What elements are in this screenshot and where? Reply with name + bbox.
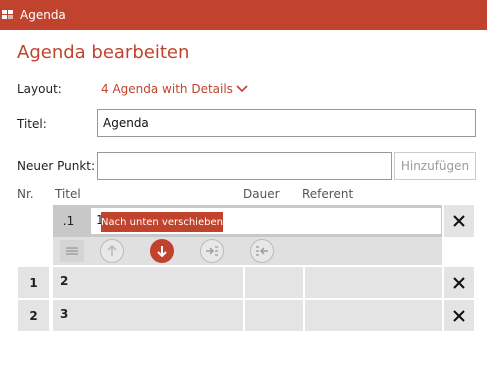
page-title: Agenda bearbeiten (17, 42, 190, 63)
table-row[interactable]: 3 (53, 300, 243, 331)
table-row[interactable]: 2 (53, 267, 243, 298)
layout-dropdown[interactable]: 4 Agenda with Details (101, 81, 233, 97)
drag-handle-icon (66, 247, 78, 255)
add-button[interactable]: Hinzufügen (394, 152, 476, 180)
new-item-input[interactable] (97, 152, 392, 180)
outdent-icon (256, 246, 268, 256)
app-icon (2, 10, 13, 19)
move-down-button[interactable] (150, 239, 174, 263)
title-input[interactable]: Agenda (97, 109, 476, 137)
title-label: Titel: (17, 117, 47, 131)
drag-handle[interactable] (60, 240, 84, 262)
column-header-speaker: Referent (302, 187, 354, 201)
delete-button[interactable] (444, 300, 474, 331)
row-duration[interactable] (245, 267, 303, 298)
move-up-button[interactable] (100, 239, 124, 263)
row-duration[interactable] (245, 300, 303, 331)
move-up-icon (107, 244, 117, 256)
delete-button[interactable] (444, 267, 474, 298)
chevron-down-icon[interactable] (236, 84, 248, 94)
layout-label: Layout: (17, 82, 62, 96)
window-title: Agenda (20, 8, 66, 22)
move-down-icon (157, 246, 167, 258)
new-item-label: Neuer Punkt: (17, 159, 96, 173)
row-number: 1 (18, 267, 49, 298)
row-speaker[interactable] (305, 267, 442, 298)
delete-x-icon (453, 276, 465, 289)
delete-x-icon (453, 215, 465, 227)
indent-button[interactable] (200, 239, 224, 263)
row-title: 3 (60, 307, 69, 321)
indent-icon (206, 246, 218, 256)
row-title: 2 (60, 274, 69, 288)
title-bar: Agenda (0, 0, 487, 30)
delete-button[interactable] (444, 205, 474, 237)
selected-row-number: .1 (53, 205, 84, 237)
column-header-nr: Nr. (17, 187, 34, 201)
row-speaker[interactable] (305, 300, 442, 331)
tooltip: Nach unten verschieben (101, 212, 223, 232)
column-header-title: Titel (55, 187, 81, 201)
column-header-duration: Dauer (243, 187, 280, 201)
outdent-button[interactable] (250, 239, 274, 263)
row-number: 2 (18, 300, 49, 331)
delete-x-icon (453, 309, 465, 322)
